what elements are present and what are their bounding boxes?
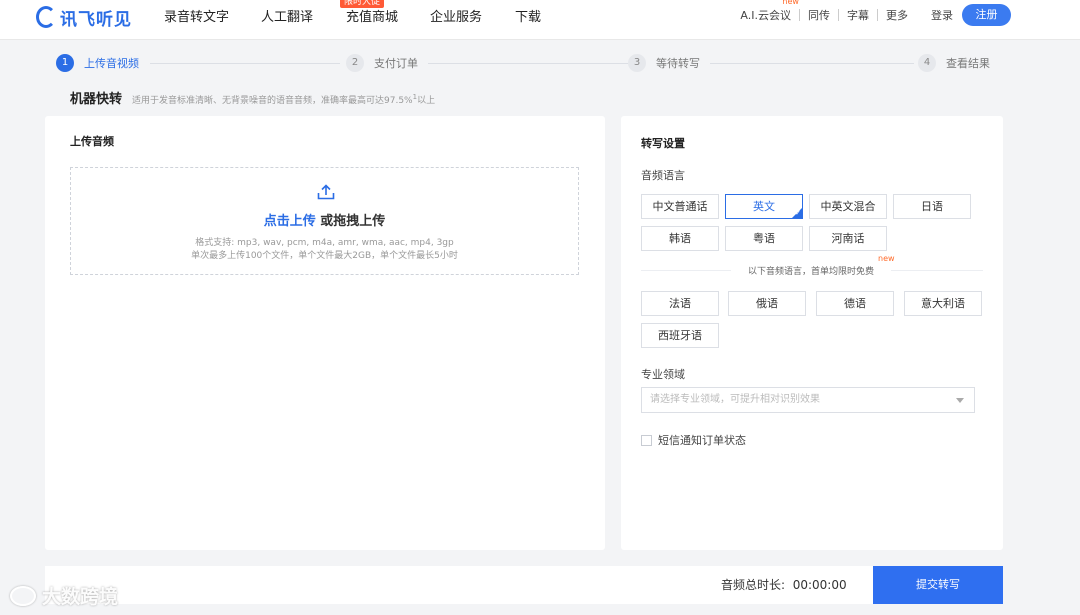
nav-human-translation[interactable]: 人工翻译 (261, 6, 313, 25)
lang-korean[interactable]: 韩语 (641, 226, 719, 251)
lang-cantonese[interactable]: 粤语 (725, 226, 803, 251)
new-tag: new (878, 254, 895, 263)
nav-recharge-mall[interactable]: 限时大促 充值商城 (340, 0, 399, 25)
lang-italian[interactable]: 意大利语 (904, 291, 982, 316)
logo-text: 讯飞听见 (60, 9, 132, 30)
drag-upload-text: 或拖拽上传 (320, 214, 386, 229)
domain-placeholder: 请选择专业领域，可提升相对识别效果 (650, 394, 820, 405)
divider (799, 9, 800, 21)
right-links: new A.I.云会议 同传 字幕 更多 (740, 0, 908, 23)
step-label: 上传音视频 (84, 57, 139, 70)
chevron-down-icon (956, 398, 964, 403)
step-number: 1 (56, 54, 74, 72)
page-title: 机器快转 (70, 92, 123, 107)
bottom-bar: 音频总时长: 00:00:00 提交转写 (45, 566, 1003, 604)
submit-button[interactable]: 提交转写 (873, 566, 1003, 604)
format-hint: 格式支持: mp3, wav, pcm, m4a, amr, wma, aac,… (195, 238, 454, 248)
login-link[interactable]: 登录 (931, 7, 953, 23)
settings-title: 转写设置 (641, 137, 685, 150)
sms-checkbox[interactable] (641, 435, 652, 446)
step-label: 等待转写 (656, 57, 700, 70)
step-connector (150, 63, 340, 64)
lang-mixed[interactable]: 中英文混合 (809, 194, 887, 219)
nav-enterprise[interactable]: 企业服务 (430, 6, 482, 25)
upload-card: 上传音频 点击上传 或拖拽上传 格式支持: mp3, wav, pcm, m4a… (45, 116, 605, 550)
language-label: 音频语言 (641, 169, 685, 182)
total-duration: 音频总时长: 00:00:00 (721, 578, 847, 592)
lang-russian[interactable]: 俄语 (728, 291, 806, 316)
link-subtitle[interactable]: 字幕 (847, 7, 869, 23)
divider (877, 9, 878, 21)
limit-hint: 单次最多上传100个文件，单个文件最大2GB，单个文件最长5小时 (191, 251, 458, 261)
step-result: 4 查看结果 (918, 54, 990, 72)
lang-mandarin[interactable]: 中文普通话 (641, 194, 719, 219)
selected-check-icon: ✓ (795, 209, 801, 217)
duration-value: 00:00:00 (792, 578, 847, 592)
lang-german[interactable]: 德语 (816, 291, 894, 316)
step-connector (428, 63, 628, 64)
promo-badge: 限时大促 (340, 0, 385, 8)
nav-download[interactable]: 下载 (515, 6, 541, 25)
settings-card: 转写设置 音频语言 中文普通话 英文 ✓ 中英文混合 日语 韩语 粤语 河南话 … (621, 116, 1003, 550)
link-simultaneous[interactable]: 同传 (808, 7, 830, 23)
upload-prompt: 点击上传 或拖拽上传 (71, 210, 578, 229)
lang-english[interactable]: 英文 ✓ (725, 194, 803, 219)
sms-label[interactable]: 短信通知订单状态 (658, 432, 746, 448)
lang-spanish[interactable]: 西班牙语 (641, 323, 719, 348)
register-button[interactable]: 注册 (962, 4, 1011, 26)
click-upload-link[interactable]: 点击上传 (264, 214, 316, 229)
top-nav: 讯飞听见 录音转文字 人工翻译 限时大促 充值商城 企业服务 下载 new A.… (0, 0, 1080, 40)
lang-japanese[interactable]: 日语 (893, 194, 971, 219)
domain-label: 专业领域 (641, 368, 685, 381)
step-label: 查看结果 (946, 57, 990, 70)
watermark-logo-icon (10, 585, 36, 606)
step-label: 支付订单 (374, 57, 418, 70)
lang-french[interactable]: 法语 (641, 291, 719, 316)
logo[interactable]: 讯飞听见 (36, 4, 132, 30)
progress-steps: 1 上传音视频 2 支付订单 3 等待转写 4 查看结果 (56, 54, 996, 74)
watermark: 大数跨境 (10, 582, 118, 609)
nav-speech-to-text[interactable]: 录音转文字 (164, 6, 229, 25)
lang-henan[interactable]: 河南话 (809, 226, 887, 251)
step-number: 4 (918, 54, 936, 72)
page-heading: 机器快转 适用于发音标准清晰、无背景噪音的语音音频，准确率最高可达97.5%1以… (70, 88, 435, 107)
step-number: 2 (346, 54, 364, 72)
watermark-text: 大数跨境 (42, 586, 119, 608)
link-ai-meeting[interactable]: new A.I.云会议 (740, 0, 799, 23)
step-payment: 2 支付订单 (346, 54, 418, 72)
upload-dropzone[interactable]: 点击上传 或拖拽上传 格式支持: mp3, wav, pcm, m4a, amr… (70, 167, 579, 275)
link-more[interactable]: 更多 (886, 7, 908, 23)
upload-icon (317, 184, 335, 200)
domain-select[interactable]: 请选择专业领域，可提升相对识别效果 (641, 387, 975, 413)
step-number: 3 (628, 54, 646, 72)
logo-icon (36, 6, 56, 28)
divider (838, 9, 839, 21)
nav-recharge-label: 充值商城 (346, 10, 399, 25)
new-tag: new (782, 0, 799, 6)
step-connector (710, 63, 914, 64)
page-subtitle: 适用于发音标准清晰、无背景噪音的语音音频，准确率最高可达97.5%1以上 (132, 93, 436, 106)
step-upload: 1 上传音视频 (56, 54, 139, 72)
step-waiting: 3 等待转写 (628, 54, 700, 72)
free-notice: 以下音频语言，首单均限时免费 (731, 264, 891, 277)
upload-card-title: 上传音频 (70, 135, 114, 148)
